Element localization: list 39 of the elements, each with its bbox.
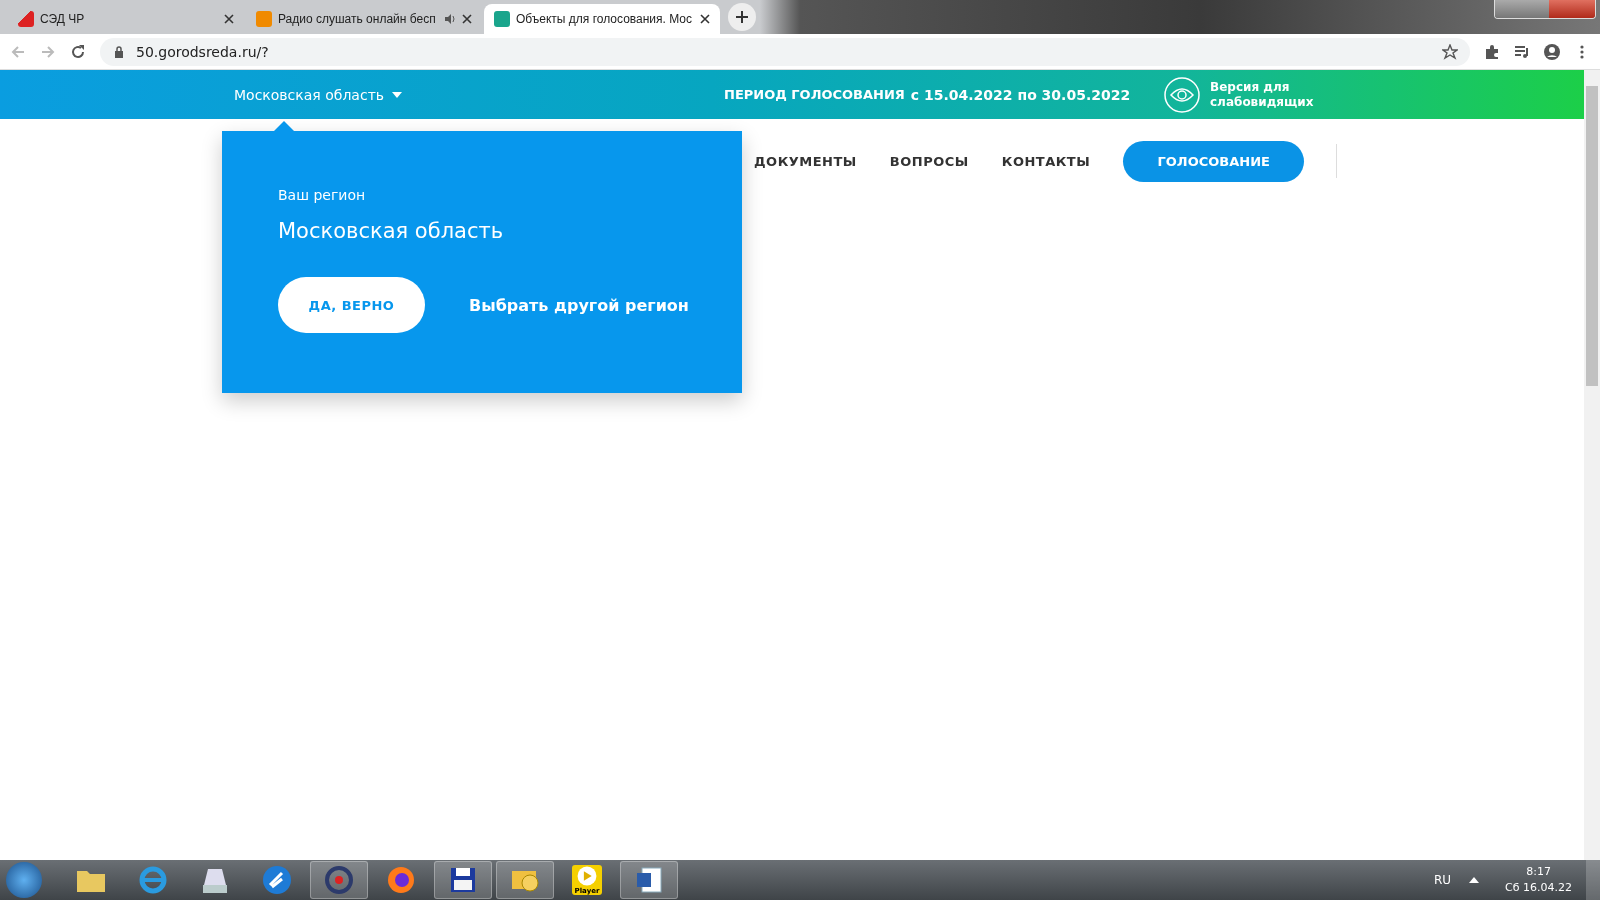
popup-region: Московская область xyxy=(278,219,505,243)
window-controls[interactable] xyxy=(1494,0,1596,19)
period-label: ПЕРИОД ГОЛОСОВАНИЯ xyxy=(724,86,905,103)
star-icon[interactable] xyxy=(1442,43,1458,60)
profile-icon[interactable] xyxy=(1544,43,1560,60)
floppy-icon[interactable] xyxy=(448,865,478,895)
clock[interactable]: 8:17 Сб 16.04.22 xyxy=(1505,864,1572,896)
period-dates: с 15.04.2022 по 30.05.2022 xyxy=(910,86,1131,103)
reload-icon[interactable] xyxy=(70,43,86,60)
browser-tab[interactable]: СЭД ЧР xyxy=(8,4,244,34)
caret-icon xyxy=(392,91,403,98)
eye-icon xyxy=(1164,76,1200,113)
close-icon[interactable] xyxy=(224,14,234,24)
browser-tab[interactable]: Радио слушать онлайн бесп xyxy=(246,4,482,34)
document-icon[interactable] xyxy=(634,865,664,895)
language-indicator[interactable]: RU xyxy=(1433,873,1452,887)
address-field[interactable]: 50.gorodsreda.ru/? xyxy=(100,37,1470,66)
close-icon[interactable] xyxy=(462,14,472,24)
close-icon[interactable] xyxy=(700,14,710,24)
puzzle-icon[interactable] xyxy=(1484,43,1500,60)
favicon-icon xyxy=(256,11,272,27)
start-button[interactable] xyxy=(6,862,42,898)
tray-arrow-icon[interactable] xyxy=(1469,877,1480,883)
plus-icon xyxy=(736,11,748,23)
region-name: Московская область xyxy=(234,86,385,103)
lock-icon xyxy=(114,45,124,58)
tab-title: Радио слушать онлайн бесп xyxy=(278,12,437,26)
popup-label: Ваш регион xyxy=(278,187,367,203)
favicon-icon xyxy=(494,11,510,27)
browser-tab[interactable]: Объекты для голосования. Мос xyxy=(484,4,720,34)
tab-title: СЭД ЧР xyxy=(40,12,86,26)
nav-link[interactable]: КОНТАКТЫ xyxy=(1001,153,1091,169)
scrollbar[interactable] xyxy=(1584,70,1600,860)
new-tab-button[interactable] xyxy=(728,3,756,31)
tab-title: Объекты для голосования. Мос xyxy=(516,12,693,26)
speaker-icon[interactable] xyxy=(444,13,456,25)
playlist-icon[interactable] xyxy=(1514,43,1530,60)
nav-link[interactable]: ДОКУМЕНТЫ xyxy=(754,153,857,169)
nav-link[interactable]: ВОПРОСЫ xyxy=(889,153,969,169)
